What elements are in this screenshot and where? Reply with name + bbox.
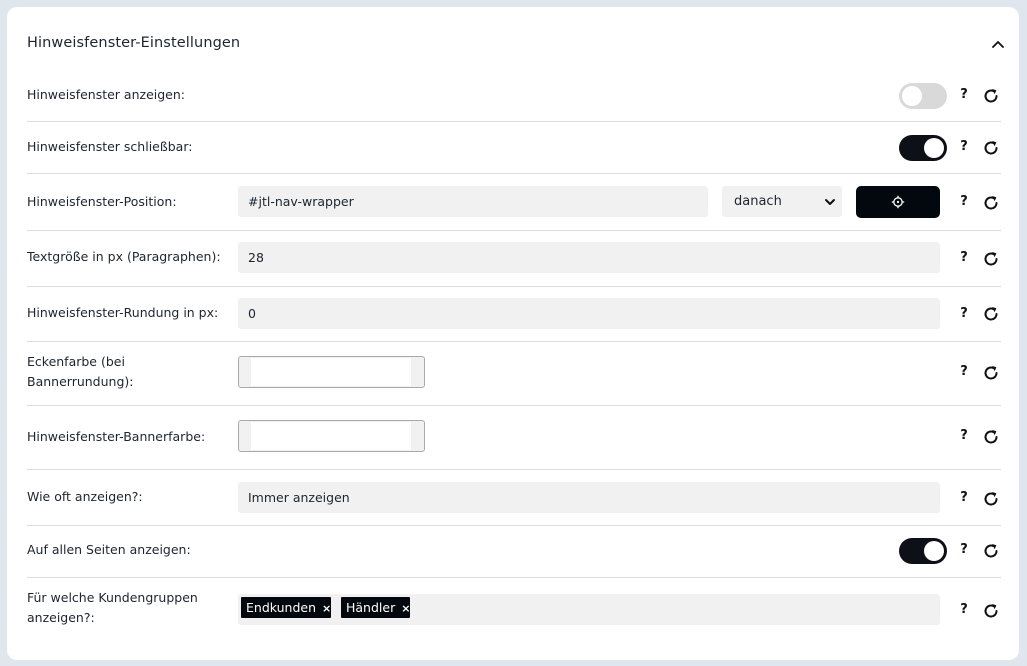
help-button[interactable]: ? [957,194,971,214]
refresh-icon [984,196,998,210]
refresh-icon [984,89,998,103]
setting-label-font-size: Textgröße in px (Paragraphen): [27,249,221,264]
tag-label: Endkunden [246,600,317,615]
font-size-input[interactable]: 28 [238,242,940,273]
chevron-up-icon [992,41,1004,48]
frequency-select[interactable]: Immer anzeigen [238,482,940,513]
rounding-input[interactable]: 0 [238,298,940,329]
panel-header: Hinweisfenster-Einstellungen [27,33,1009,55]
refresh-icon [984,604,998,618]
tag-remove-button[interactable]: × [401,598,410,619]
banner-color-picker[interactable] [238,420,425,452]
toggle-knob [924,138,944,158]
reset-button[interactable] [981,427,1001,447]
setting-label-closable: Hinweisfenster schließbar: [27,139,193,154]
collapse-button[interactable] [987,33,1009,55]
setting-row-frequency: Wie oft anzeigen?: Immer anzeigen ? [27,470,1001,526]
help-button[interactable]: ? [957,250,971,270]
position-placement-select[interactable]: danach [722,186,842,217]
refresh-icon [984,141,998,155]
refresh-icon [984,307,998,321]
reset-button[interactable] [981,249,1001,269]
refresh-icon [984,366,998,380]
setting-label-customer-groups: Für welche Kundengruppen anzeigen?: [27,590,198,625]
refresh-icon [984,252,998,266]
setting-label-rounding: Hinweisfenster-Rundung in px: [27,305,219,320]
crosshair-icon [891,195,905,209]
reset-button[interactable] [981,541,1001,561]
setting-row-font-size: Textgröße in px (Paragraphen): 28 ? [27,231,1001,287]
setting-row-banner-color: Hinweisfenster-Bannerfarbe: ? [27,406,1001,470]
setting-label-frequency: Wie oft anzeigen?: [27,489,143,504]
setting-row-closable: Hinweisfenster schließbar: ? [27,122,1001,174]
setting-row-all-pages: Auf allen Seiten anzeigen: ? [27,526,1001,578]
closable-toggle[interactable] [899,135,947,161]
chevron-down-icon [825,199,835,205]
settings-panel: Hinweisfenster-Einstellungen Hinweisfens… [7,7,1019,660]
select-value: danach [734,194,782,209]
reset-button[interactable] [981,86,1001,106]
panel-title: Hinweisfenster-Einstellungen [27,35,241,51]
color-swatch [251,422,411,450]
help-button[interactable]: ? [957,602,971,622]
tag-chip: Endkunden × [241,597,332,619]
setting-label-show: Hinweisfenster anzeigen: [27,87,185,102]
reset-button[interactable] [981,363,1001,383]
help-button[interactable]: ? [957,542,971,562]
setting-label-position: Hinweisfenster-Position: [27,194,177,209]
refresh-icon [984,544,998,558]
setting-row-rounding: Hinweisfenster-Rundung in px: 0 ? [27,287,1001,342]
tag-remove-button[interactable]: × [322,598,331,619]
help-button[interactable]: ? [957,364,971,384]
help-button[interactable]: ? [957,87,971,107]
position-selector-input[interactable]: #jtl-nav-wrapper [238,186,708,217]
refresh-icon [984,492,998,506]
customer-groups-input[interactable]: Endkunden × Händler × [238,594,940,625]
reset-button[interactable] [981,193,1001,213]
reset-button[interactable] [981,138,1001,158]
tag-chip: Händler × [341,597,411,619]
refresh-icon [984,430,998,444]
help-button[interactable]: ? [957,139,971,159]
reset-button[interactable] [981,304,1001,324]
setting-label-banner-color: Hinweisfenster-Bannerfarbe: [27,429,206,444]
tag-label: Händler [346,600,396,615]
setting-row-customer-groups: Für welche Kundengruppen anzeigen?: Endk… [27,578,1001,642]
toggle-knob [924,541,944,561]
help-button[interactable]: ? [957,306,971,326]
setting-row-position: Hinweisfenster-Position: #jtl-nav-wrappe… [27,174,1001,231]
setting-row-show: Hinweisfenster anzeigen: ? [27,70,1001,122]
setting-label-all-pages: Auf allen Seiten anzeigen: [27,542,191,557]
all-pages-toggle[interactable] [899,538,947,564]
corner-color-picker[interactable] [238,356,425,388]
help-button[interactable]: ? [957,490,971,510]
help-button[interactable]: ? [957,428,971,448]
toggle-knob [902,86,922,106]
setting-row-corner-color: Eckenfarbe (bei Bannerrundung): ? [27,342,1001,406]
setting-label-corner-color: Eckenfarbe (bei Bannerrundung): [27,354,134,389]
show-toggle[interactable] [899,83,947,109]
reset-button[interactable] [981,489,1001,509]
element-picker-button[interactable] [856,186,940,218]
reset-button[interactable] [981,601,1001,621]
color-swatch [251,358,411,386]
